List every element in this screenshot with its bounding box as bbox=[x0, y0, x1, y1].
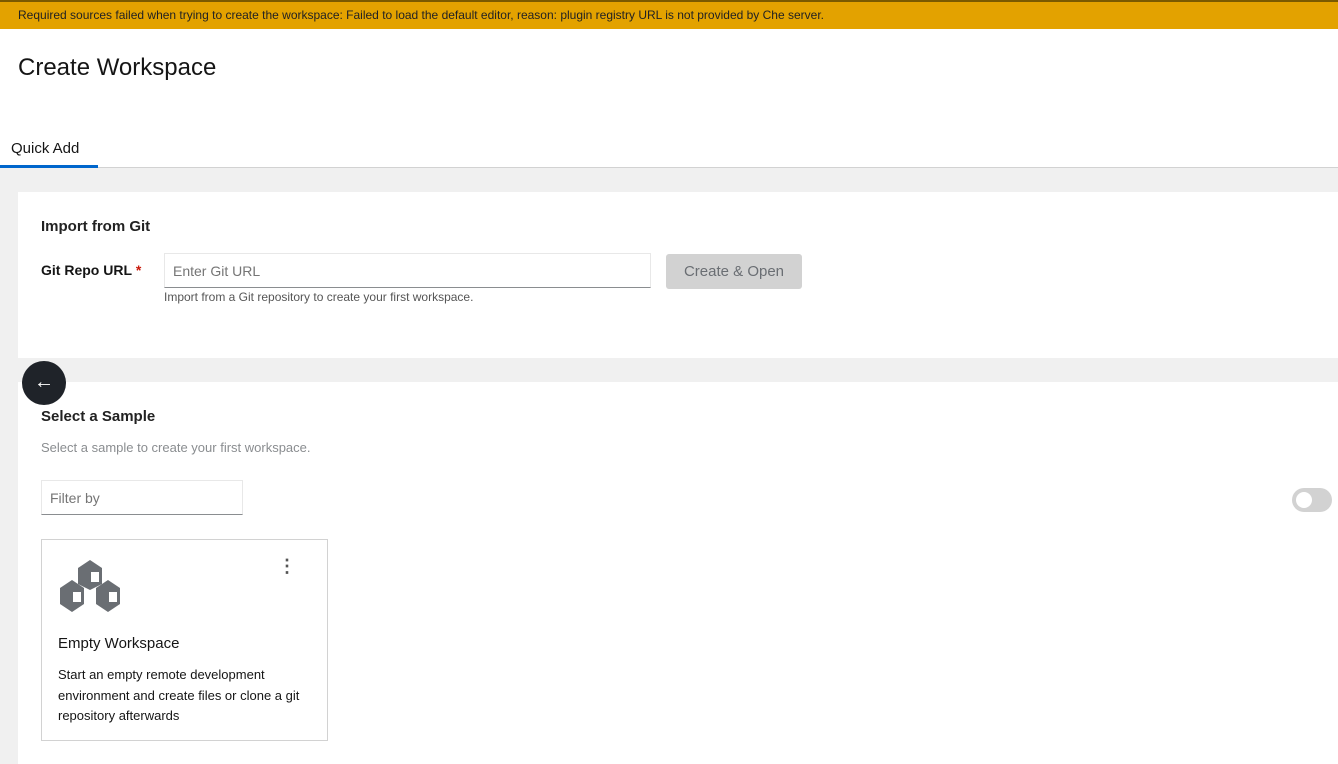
tab-quick-add[interactable]: Quick Add bbox=[0, 130, 98, 168]
sample-description: Start an empty remote development enviro… bbox=[58, 667, 300, 723]
create-and-open-button[interactable]: Create & Open bbox=[666, 254, 802, 289]
import-from-git-panel: Import from Git Git Repo URL * Import fr… bbox=[18, 192, 1338, 358]
sample-heading: Select a Sample bbox=[41, 408, 156, 425]
page-title: Create Workspace bbox=[18, 54, 217, 81]
git-repo-url-label: Git Repo URL * bbox=[41, 262, 142, 278]
arrow-left-icon: ← bbox=[34, 371, 54, 393]
error-banner: Required sources failed when trying to c… bbox=[0, 0, 1338, 29]
filter-input[interactable] bbox=[41, 480, 243, 515]
git-repo-url-input[interactable] bbox=[164, 253, 651, 288]
sample-subtitle: Select a sample to create your first wor… bbox=[41, 440, 311, 455]
import-heading: Import from Git bbox=[41, 218, 151, 235]
sample-name: Empty Workspace bbox=[58, 635, 180, 652]
cubes-icon bbox=[60, 560, 120, 612]
banner-message: Required sources failed when trying to c… bbox=[18, 8, 824, 22]
select-sample-panel: Select a Sample Select a sample to creat… bbox=[18, 382, 1338, 764]
sample-card[interactable]: ⋮ Empty Workspace Start an empty remote … bbox=[41, 539, 328, 741]
content-area: Import from Git Git Repo URL * Import fr… bbox=[0, 168, 1338, 764]
toggle-switch[interactable] bbox=[1292, 488, 1332, 512]
kebab-menu-icon[interactable]: ⋮ bbox=[278, 556, 296, 577]
git-url-helper-text: Import from a Git repository to create y… bbox=[164, 290, 474, 304]
required-marker: * bbox=[135, 262, 142, 278]
tab-bar: Quick Add bbox=[0, 130, 1338, 168]
back-arrow-button[interactable]: ← bbox=[22, 361, 66, 405]
